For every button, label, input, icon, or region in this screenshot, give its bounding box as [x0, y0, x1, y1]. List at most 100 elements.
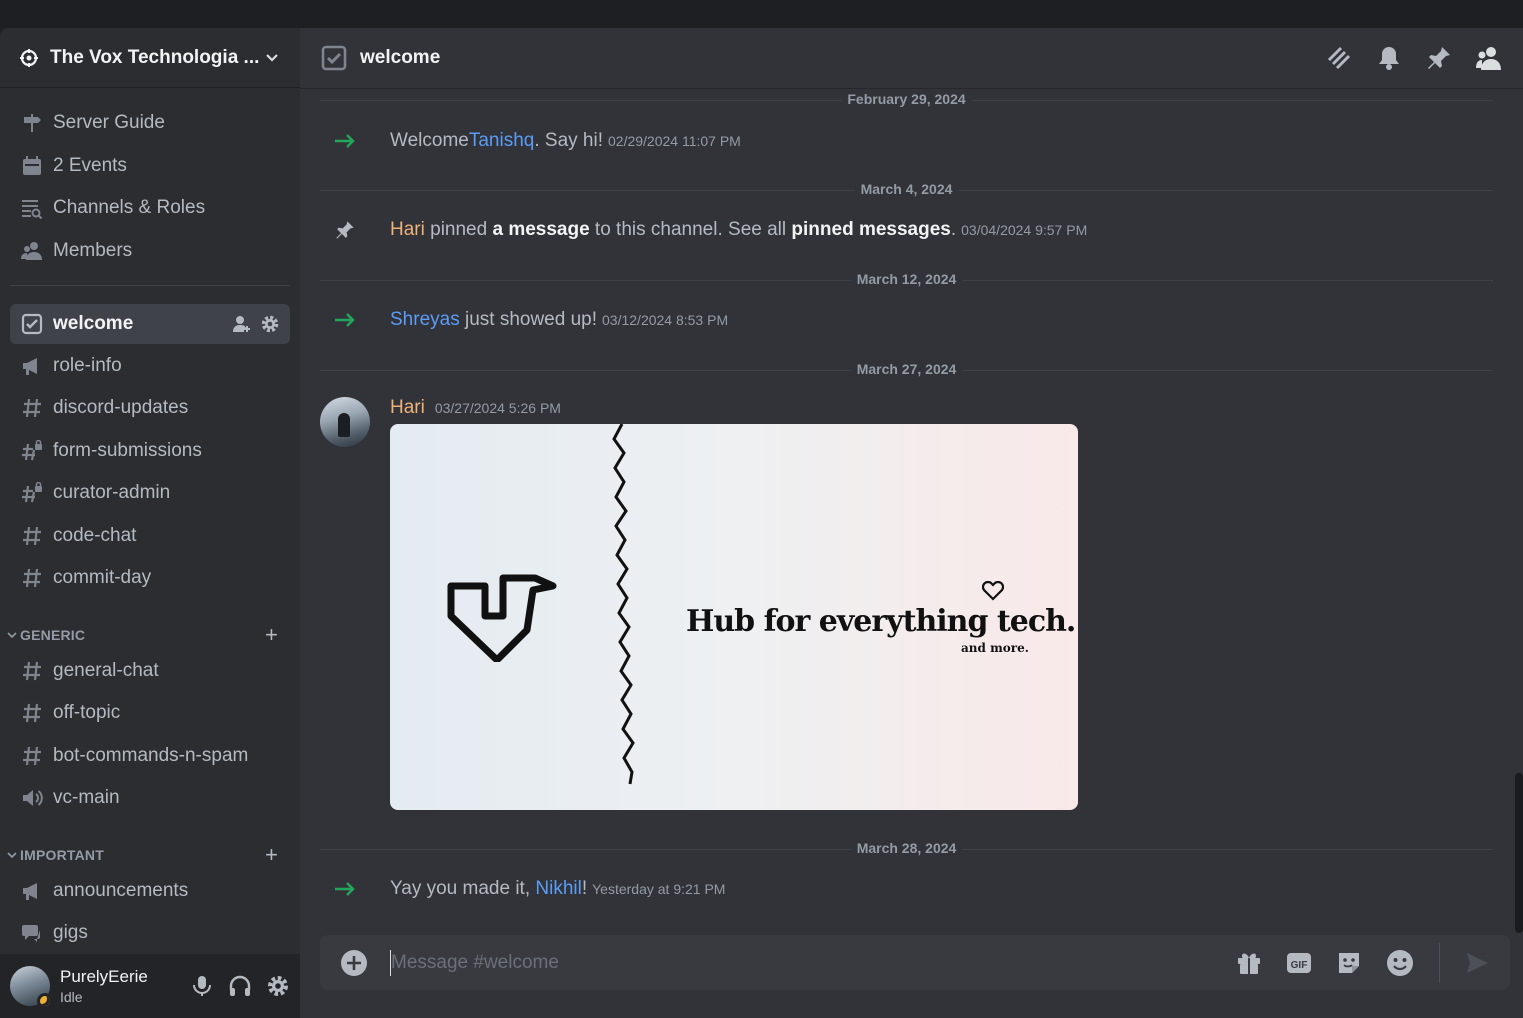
create-invite-icon[interactable] — [232, 314, 252, 334]
date-label: March 12, 2024 — [850, 271, 963, 287]
chevron-down-icon — [266, 53, 278, 62]
gif-icon[interactable]: GIF — [1285, 949, 1313, 977]
idle-status-icon — [37, 993, 53, 1009]
sidebar-item-welcome[interactable]: welcome — [10, 304, 290, 344]
sidebar-item-role-info[interactable]: role-info — [10, 346, 290, 386]
date-label: March 28, 2024 — [850, 840, 963, 856]
sidebar-item-announcements[interactable]: announcements — [10, 871, 290, 911]
scrollbar[interactable] — [1515, 773, 1523, 933]
add-channel-icon[interactable]: + — [265, 622, 278, 648]
sidebar-item-label: form-submissions — [53, 440, 202, 461]
sidebar-item-label: commit-day — [53, 567, 152, 588]
members-list-icon[interactable] — [1475, 44, 1503, 72]
sidebar-item-label: off-topic — [53, 702, 121, 723]
hash-icon — [20, 744, 44, 768]
sidebar-item-label: gigs — [53, 922, 88, 943]
category-label: IMPORTANT — [20, 847, 104, 863]
headphones-icon[interactable] — [228, 974, 252, 998]
system-message-join: Welcome Tanishq . Say hi! 02/29/2024 11:… — [320, 126, 741, 156]
author-name[interactable]: Hari — [390, 397, 425, 419]
sidebar-item-label: bot-commands-n-spam — [53, 745, 249, 766]
date-divider: March 12, 2024 — [320, 271, 1493, 287]
gift-icon[interactable] — [1235, 949, 1263, 977]
date-label: February 29, 2024 — [841, 91, 972, 107]
channel-header: welcome — [300, 28, 1523, 89]
message-input[interactable] — [391, 942, 1235, 983]
channel-sidebar: The Vox Technologia ... Server Guide 2 E… — [0, 28, 300, 1018]
sidebar-item-label: curator-admin — [53, 482, 171, 503]
message-text: . Say hi! — [534, 130, 603, 151]
sidebar-item-general-chat[interactable]: general-chat — [10, 651, 290, 691]
hash-icon — [20, 659, 44, 683]
image-attachment[interactable]: Hub for everything tech. and more. — [390, 424, 1078, 810]
gear-icon[interactable] — [260, 314, 280, 334]
sidebar-item-gigs[interactable]: gigs — [10, 913, 290, 953]
avatar[interactable] — [320, 397, 370, 447]
category-generic[interactable]: GENERIC + — [6, 622, 290, 648]
category-important[interactable]: IMPORTANT + — [6, 842, 290, 868]
add-attachment-icon[interactable] — [340, 949, 368, 977]
chat-area: welcome February 29, 2024 Welcome Tanish… — [300, 28, 1523, 1018]
user-mention[interactable]: Tanishq — [469, 130, 535, 152]
message-composer: GIF — [320, 935, 1510, 990]
sidebar-item-server-guide[interactable]: Server Guide — [10, 103, 290, 143]
chevron-down-icon — [7, 852, 17, 859]
emoji-icon[interactable] — [1385, 948, 1415, 978]
heart-logo-icon — [982, 581, 1004, 601]
sidebar-item-form-submissions[interactable]: form-submissions — [10, 431, 290, 471]
message-text: just showed up! — [459, 309, 598, 330]
category-label: GENERIC — [20, 627, 86, 643]
system-message-join: Shreyas just showed up! 03/12/2024 8:53 … — [320, 305, 728, 335]
sidebar-item-events[interactable]: 2 Events — [10, 146, 290, 186]
user-mention[interactable]: Shreyas — [390, 309, 460, 331]
server-name: The Vox Technologia ... — [50, 46, 260, 68]
author-name[interactable]: Hari — [390, 219, 425, 241]
sticker-icon[interactable] — [1335, 949, 1363, 977]
sidebar-item-channels-roles[interactable]: Channels & Roles — [10, 188, 290, 228]
announcement-icon — [20, 879, 44, 903]
user-status: Idle — [60, 989, 83, 1005]
forum-icon — [20, 921, 44, 945]
sidebar-item-members[interactable]: Members — [10, 231, 290, 271]
calendar-icon — [20, 154, 44, 178]
hash-icon — [20, 524, 44, 548]
sidebar-item-curator-admin[interactable]: curator-admin — [10, 473, 290, 513]
arrow-right-icon — [320, 310, 370, 330]
sidebar-item-bot-commands[interactable]: bot-commands-n-spam — [10, 736, 290, 776]
members-icon — [20, 239, 44, 263]
sidebar-item-commit-day[interactable]: commit-day — [10, 558, 290, 598]
send-icon[interactable] — [1464, 950, 1490, 976]
add-channel-icon[interactable]: + — [265, 842, 278, 868]
avatar[interactable] — [10, 966, 53, 1009]
sidebar-item-label: Channels & Roles — [53, 197, 206, 218]
sidebar-item-discord-updates[interactable]: discord-updates — [10, 388, 290, 428]
gear-icon[interactable] — [266, 974, 290, 998]
microphone-icon[interactable] — [190, 974, 214, 998]
pin-icon — [320, 219, 370, 241]
rules-channel-icon — [321, 45, 347, 71]
server-header[interactable]: The Vox Technologia ... — [0, 28, 300, 88]
sidebar-item-code-chat[interactable]: code-chat — [10, 516, 290, 556]
threads-icon[interactable] — [1325, 44, 1353, 72]
sidebar-item-off-topic[interactable]: off-topic — [10, 693, 290, 733]
user-info[interactable]: PurelyEerie Idle — [60, 967, 190, 1005]
sidebar-item-label: code-chat — [53, 525, 137, 546]
pin-icon[interactable] — [1425, 44, 1453, 72]
system-message-join: Yay you made it, Nikhil ! Yesterday at 9… — [320, 874, 725, 904]
date-label: March 27, 2024 — [850, 361, 963, 377]
sidebar-item-label: vc-main — [53, 787, 120, 808]
sidebar-item-vc-main[interactable]: vc-main — [10, 778, 290, 818]
pinned-messages-link[interactable]: pinned messages — [791, 219, 950, 241]
signpost-icon — [20, 111, 44, 135]
image-subtext: and more. — [961, 641, 1029, 655]
hash-icon — [20, 701, 44, 725]
user-panel: PurelyEerie Idle — [0, 954, 300, 1018]
community-server-icon — [18, 47, 40, 69]
sidebar-item-label: announcements — [53, 880, 189, 901]
sidebar-divider — [10, 285, 290, 286]
message-link[interactable]: a message — [492, 219, 589, 241]
user-mention[interactable]: Nikhil — [535, 878, 581, 900]
sidebar-item-label: general-chat — [53, 660, 159, 681]
bell-icon[interactable] — [1375, 44, 1403, 72]
svg-text:GIF: GIF — [1291, 960, 1308, 971]
